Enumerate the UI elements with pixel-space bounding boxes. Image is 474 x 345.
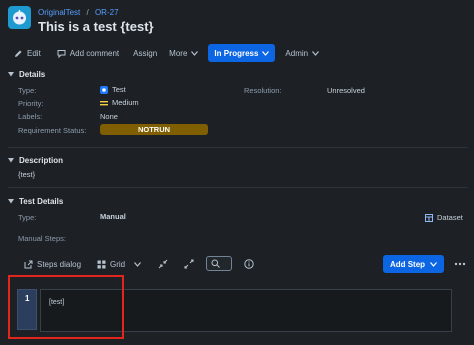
highlight-box [8, 275, 124, 339]
resolution-label: Resolution: [244, 86, 282, 95]
breadcrumb-issue-key[interactable]: OR-27 [95, 8, 119, 17]
breadcrumb: OriginalTest / OR-27 [38, 8, 123, 17]
type-value: Test [100, 85, 126, 94]
breadcrumb-separator: / [86, 8, 89, 17]
table-icon [425, 213, 433, 222]
dataset-label: Dataset [437, 213, 463, 222]
edit-button[interactable]: Edit [8, 44, 47, 62]
section-divider [8, 147, 468, 148]
more-options-button[interactable] [454, 255, 466, 273]
caret-down-icon [8, 199, 14, 204]
more-dropdown-label: More [169, 48, 188, 58]
collapse-steps-button[interactable] [158, 255, 168, 273]
priority-label: Priority: [18, 99, 44, 108]
description-section-toggle[interactable]: Description [8, 156, 63, 165]
assign-button-label: Assign [133, 48, 158, 58]
requirement-status-label: Requirement Status: [18, 126, 87, 135]
robot-icon [13, 10, 26, 25]
grid-view-dropdown[interactable]: Grid [97, 255, 142, 273]
details-heading: Details [19, 70, 46, 79]
priority-value-text: Medium [112, 98, 139, 107]
requirement-status-badge: NOTRUN [100, 124, 208, 135]
grid-icon [97, 260, 106, 268]
chevron-down-icon [312, 50, 320, 56]
priority-value: Medium [100, 98, 139, 107]
expand-icon [184, 259, 194, 269]
test-details-section-toggle[interactable]: Test Details [8, 197, 63, 206]
description-heading: Description [19, 156, 64, 165]
type-label: Type: [18, 86, 37, 95]
steps-dialog-button[interactable]: Steps dialog [24, 255, 81, 273]
test-details-heading: Test Details [19, 197, 64, 206]
caret-down-icon [8, 72, 14, 77]
manual-steps-label: Manual Steps: [18, 234, 66, 243]
breadcrumb-project[interactable]: OriginalTest [38, 8, 80, 17]
dataset-button[interactable]: Dataset [425, 213, 463, 222]
edit-button-label: Edit [27, 48, 41, 58]
steps-search-input[interactable] [206, 256, 232, 271]
steps-dialog-label: Steps dialog [37, 259, 82, 269]
admin-dropdown[interactable]: Admin [279, 44, 325, 62]
issue-toolbar: Edit Add comment Assign More In Progress… [8, 44, 325, 62]
chevron-down-icon [430, 261, 438, 267]
status-dropdown-label: In Progress [214, 48, 259, 58]
type-value-text: Test [112, 85, 126, 94]
info-button[interactable] [244, 255, 254, 273]
comment-icon [57, 49, 66, 58]
labels-label: Labels: [18, 112, 43, 121]
details-section-toggle[interactable]: Details [8, 70, 45, 79]
pencil-icon [15, 50, 22, 57]
expand-steps-button[interactable] [184, 255, 194, 273]
resolution-value: Unresolved [327, 86, 365, 95]
search-icon [211, 259, 220, 268]
test-type-icon [100, 85, 108, 94]
grid-label: Grid [110, 259, 126, 269]
add-comment-button[interactable]: Add comment [51, 44, 125, 62]
test-type-label: Type: [18, 213, 37, 222]
labels-value: None [100, 112, 118, 121]
chevron-down-icon [134, 261, 142, 267]
chevron-down-icon [262, 50, 270, 56]
priority-medium-icon [100, 100, 108, 105]
add-step-label: Add Step [389, 259, 426, 269]
add-step-button[interactable]: Add Step [383, 255, 444, 273]
info-icon [244, 259, 254, 269]
chevron-down-icon [191, 50, 199, 56]
assign-button[interactable]: Assign [127, 44, 163, 62]
external-link-icon [24, 260, 33, 268]
ellipsis-icon [454, 262, 466, 266]
project-avatar[interactable] [8, 6, 31, 29]
add-comment-button-label: Add comment [69, 48, 120, 58]
status-dropdown[interactable]: In Progress [208, 44, 276, 62]
section-divider [8, 187, 468, 188]
admin-dropdown-label: Admin [285, 48, 309, 58]
test-type-value[interactable]: Manual [100, 212, 126, 221]
caret-down-icon [8, 158, 14, 163]
more-dropdown[interactable]: More [163, 44, 204, 62]
description-text[interactable]: {test} [18, 170, 35, 179]
page-title: This is a test {test} [38, 19, 154, 34]
collapse-icon [158, 259, 168, 269]
